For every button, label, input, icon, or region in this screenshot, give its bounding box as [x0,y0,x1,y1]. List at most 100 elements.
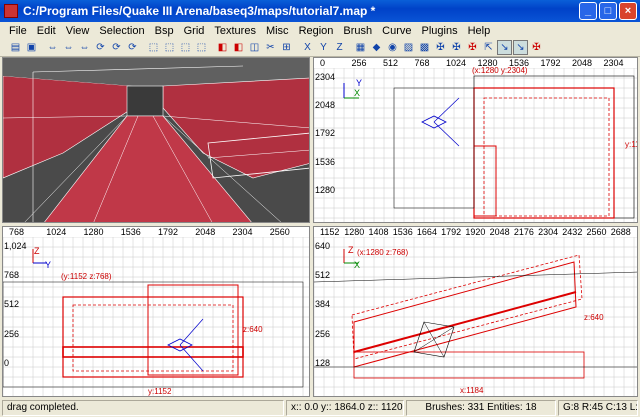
status-grid: G:8 R:45 C:13 L:MR [558,399,638,416]
xz-side-label: z:640 [243,325,263,334]
xz-left-tick: 1,024 [4,241,27,251]
menu-file[interactable]: File [4,25,32,37]
menu-grid[interactable]: Grid [179,25,210,37]
select-icon[interactable]: ⬚ [146,40,161,55]
flip-z-icon[interactable]: ⇔ [77,40,92,55]
status-coordinates: x:: 0.0 y:: 1864.0 z:: 1120.0 [286,399,404,416]
patch-bend-icon[interactable]: ✠ [433,40,448,55]
xy-top-tick: 256 [351,58,367,68]
yz-left-tick: 384 [315,299,331,310]
yz-left-tick: 512 [315,270,331,281]
xy-left-tick: 1280 [315,184,336,195]
texture-lock-icon[interactable]: ▦ [353,40,368,55]
x-axis-icon[interactable]: X [300,40,315,55]
xz-left-tick: 512 [4,299,20,310]
status-message: drag completed. [2,399,284,416]
menu-bsp[interactable]: Bsp [150,25,179,37]
flip-x-icon[interactable]: ⇔ [45,40,60,55]
yz-side-label: z:640 [584,313,604,322]
rotate-x-icon[interactable]: ⟳ [93,40,108,55]
select-inside-icon[interactable]: ⬚ [194,40,209,55]
yz-bottom-label: x:1184 [460,386,484,395]
xy-top-tick: 0 [320,58,326,68]
scale-icon[interactable]: ⇱ [481,40,496,55]
yz-top-tick: 1152 [320,227,340,237]
yz-top-tick: 1536 [392,227,413,237]
xz-axis-z-label: Z [34,246,40,256]
xy-left-tick: 1792 [315,128,336,139]
yz-coord-label: (x:1280 z:768) [357,248,409,257]
status-bar: drag completed. x:: 0.0 y:: 1864.0 z:: 1… [0,398,640,417]
yz-left-tick: 640 [315,241,331,251]
menu-textures[interactable]: Textures [209,25,261,37]
xz-left-tick: 0 [4,357,10,368]
xz-view[interactable]: 768 1024 1280 1536 1792 2048 2304 2560 1,024 768… [2,226,310,397]
xz-coord-label: (y:1152 z:768) [61,272,112,281]
menu-curve[interactable]: Curve [377,25,416,37]
select-touching-icon[interactable]: ⬚ [162,40,177,55]
hollow-icon[interactable]: ◫ [247,40,262,55]
save-icon[interactable]: ▣ [24,40,39,55]
yz-top-tick: 1408 [368,227,389,237]
change-views-icon[interactable]: ⊞ [279,40,294,55]
camera-icon[interactable]: ◉ [385,40,400,55]
status-counts: Brushes: 331 Entities: 18 [406,399,556,416]
xz-axis-y-label: Y [45,260,52,270]
open-icon[interactable]: ▤ [8,40,23,55]
menu-view[interactable]: View [61,25,95,37]
drag-edges-icon[interactable]: ↘ [497,40,512,55]
menu-plugins[interactable]: Plugins [417,25,463,37]
camera-view[interactable] [2,57,310,223]
yz-view[interactable]: 1152 1280 1408 1536 1664 1792 1920 2048 2176 2304… [313,226,638,397]
csg-merge-icon[interactable]: ◧ [231,40,246,55]
xy-left-tick: 1536 [315,156,336,167]
menu-misc[interactable]: Misc [261,25,294,37]
menu-edit[interactable]: Edit [32,25,61,37]
xz-top-tick: 2048 [195,227,216,237]
yz-top-tick: 2432 [562,227,583,237]
z-axis-icon[interactable]: Z [332,40,347,55]
cubic-clip-icon[interactable]: ▨ [401,40,416,55]
app-icon [4,4,18,18]
flip-y-icon[interactable]: ⇔ [61,40,76,55]
yz-left-tick: 128 [315,357,331,368]
rotate-y-icon[interactable]: ⟳ [109,40,124,55]
xy-axis-x-label: X [354,88,361,98]
xy-top-tick: 1792 [540,58,561,68]
yz-top-tick: 1664 [416,227,437,237]
show-patches-icon[interactable]: ▩ [417,40,432,55]
menu-selection[interactable]: Selection [94,25,149,37]
entities-icon[interactable]: ◆ [369,40,384,55]
select-partial-icon[interactable]: ⬚ [178,40,193,55]
xy-top-tick: 2048 [572,58,593,68]
patch-insert-icon[interactable]: ✠ [449,40,464,55]
yz-top-tick: 1280 [344,227,365,237]
clipper-icon[interactable]: ✂ [263,40,278,55]
patch-cap-icon[interactable]: ✠ [529,40,544,55]
csg-subtract-icon[interactable]: ◧ [215,40,230,55]
xy-side-label: y:11 [625,140,637,149]
menu-help[interactable]: Help [463,25,496,37]
rotate-z-icon[interactable]: ⟳ [125,40,140,55]
menu-region[interactable]: Region [294,25,339,37]
menu-brush[interactable]: Brush [338,25,377,37]
xz-left-tick: 768 [4,270,20,281]
xz-top-tick: 1792 [158,227,179,237]
minimize-button[interactable]: _ [579,2,597,20]
yz-top-tick: 2176 [513,227,534,237]
yz-axis-z-label: Z [348,245,354,255]
xz-bottom-label: y:1152 [148,387,172,396]
yz-top-tick: 2688 [610,227,631,237]
y-axis-icon[interactable]: Y [316,40,331,55]
drag-vertices-icon[interactable]: ↘ [513,40,528,55]
yz-left-tick: 256 [315,328,331,339]
close-button[interactable]: × [619,2,637,20]
patch-delete-icon[interactable]: ✠ [465,40,480,55]
xy-view[interactable]: 0 256 512 768 1024 1280 1536 1792 2048 2304 2304 2… [313,57,638,223]
xz-left-tick: 256 [4,328,20,339]
maximize-button[interactable]: □ [599,2,617,20]
xz-top-tick: 1280 [83,227,104,237]
xz-top-tick: 1536 [120,227,141,237]
xy-top-tick: 512 [383,58,399,68]
yz-top-tick: 1792 [441,227,462,237]
